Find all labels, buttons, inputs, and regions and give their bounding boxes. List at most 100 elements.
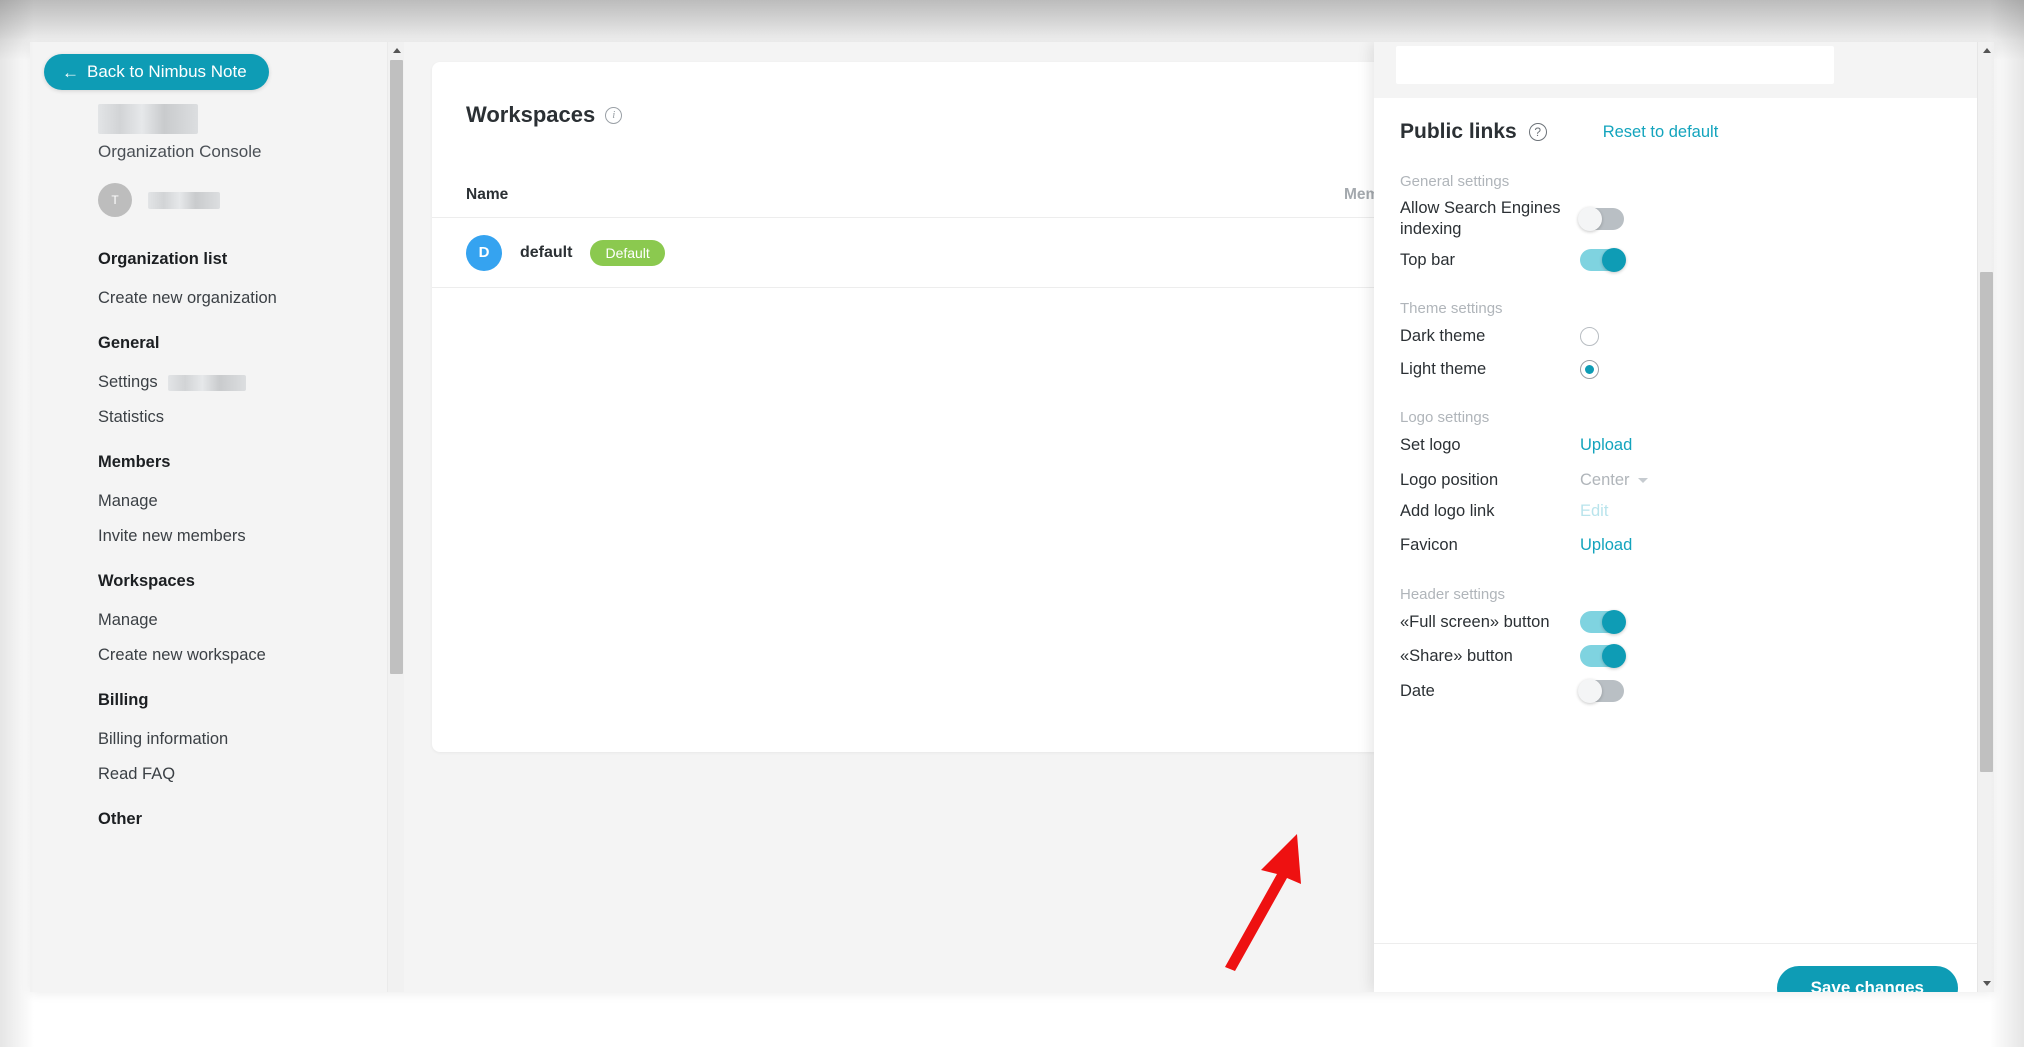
settings-group-label: Logo settings	[1400, 409, 1490, 426]
back-to-nimbus-note-button[interactable]: ← Back to Nimbus Note	[44, 54, 269, 90]
setting-row-share-button: «Share» button	[1400, 644, 1960, 668]
sidebar-item-label: Invite new members	[98, 527, 246, 545]
reset-to-default-link[interactable]: Reset to default	[1603, 123, 1719, 142]
sidebar-item-label: Manage	[98, 611, 158, 629]
user-avatar-row[interactable]: T	[98, 183, 220, 217]
panel-body: Public links ? Reset to default General …	[1374, 98, 1994, 992]
column-header-name: Name	[466, 185, 509, 203]
sidebar-item-label: Settings	[98, 373, 158, 391]
sidebar-item-label: Create new workspace	[98, 646, 266, 664]
setting-row-full-screen-button: «Full screen» button	[1400, 610, 1960, 634]
setting-label: Light theme	[1400, 360, 1487, 378]
link-set-logo[interactable]: Upload	[1580, 436, 1632, 455]
select-value-label: Center	[1580, 470, 1630, 489]
sidebar-item-billing-information[interactable]: Billing information	[30, 722, 404, 757]
chevron-down-icon	[1637, 477, 1648, 483]
sidebar-item-statistics[interactable]: Statistics	[30, 400, 404, 435]
sidebar-scrollbar-thumb[interactable]	[390, 60, 403, 674]
user-name-redacted	[148, 191, 220, 209]
page-scrollbar[interactable]	[1977, 42, 1994, 992]
app-window: ← Back to Nimbus Note Organization Conso…	[30, 42, 1994, 992]
sidebar-item-manage[interactable]: Manage	[30, 484, 404, 519]
back-button-label: Back to Nimbus Note	[87, 62, 247, 81]
settings-group-label: Header settings	[1400, 586, 1506, 603]
radio-dark-theme[interactable]	[1580, 326, 1599, 346]
sidebar-section: General Settings Statistics	[30, 322, 404, 435]
sidebar-section: Other	[30, 798, 404, 841]
sidebar-section-header: Billing	[98, 691, 149, 709]
sidebar-item-read-faq[interactable]: Read FAQ	[30, 757, 404, 792]
back-arrow-icon: ←	[62, 62, 79, 82]
setting-row-light-theme: Light theme	[1400, 359, 1960, 380]
organization-logo-redacted	[98, 104, 198, 134]
setting-row-set-logo: Set logo Upload	[1400, 435, 1960, 456]
toggle-knob	[1602, 610, 1626, 634]
chevron-up-icon	[392, 48, 401, 53]
workspaces-header: Workspaces i	[466, 102, 623, 128]
page-scroll-up-button[interactable]	[1978, 42, 1994, 59]
organization-console-label: Organization Console	[98, 142, 262, 161]
setting-label: Logo position	[1400, 471, 1499, 489]
setting-row-add-logo-link: Add logo link Edit	[1400, 501, 1960, 522]
setting-label: Set logo	[1400, 436, 1461, 454]
radio-dot	[1585, 364, 1594, 374]
setting-label: Dark theme	[1400, 327, 1486, 345]
sidebar-item-label: Manage	[98, 492, 158, 510]
toggle-top-bar[interactable]	[1580, 248, 1626, 272]
sidebar-scroll-up-button[interactable]	[388, 42, 405, 59]
link-favicon[interactable]: Upload	[1580, 536, 1632, 555]
sidebar-section-header: Other	[98, 810, 143, 828]
sidebar-item-value-redacted	[167, 374, 246, 391]
setting-row-dark-theme: Dark theme	[1400, 326, 1960, 347]
setting-label: Favicon	[1400, 536, 1458, 554]
status-badge: Default	[590, 239, 665, 266]
toggle-allow-search-engines-indexing[interactable]	[1578, 206, 1624, 231]
sidebar-item-manage[interactable]: Manage	[30, 603, 404, 638]
toggle-full-screen-button[interactable]	[1580, 610, 1626, 634]
sidebar-section: Organization list Create new organization	[30, 238, 404, 316]
chevron-up-icon	[1982, 48, 1991, 53]
workspace-avatar: D	[466, 234, 502, 271]
sidebar-item-invite-new-members[interactable]: Invite new members	[30, 519, 404, 554]
info-icon[interactable]: i	[605, 106, 623, 124]
setting-row-logo-position: Logo position Center	[1400, 470, 1960, 491]
sidebar-section: Workspaces Manage Create new workspace	[30, 560, 404, 673]
setting-row-top-bar: Top bar	[1400, 248, 1960, 272]
sidebar-scrollbar[interactable]	[387, 42, 404, 992]
sidebar-item-label: Create new organization	[98, 289, 277, 307]
link-add-logo-link: Edit	[1580, 501, 1609, 520]
sidebar-item-create-new-workspace[interactable]: Create new workspace	[30, 638, 404, 673]
toggle-knob	[1602, 644, 1626, 668]
setting-label: Allow Search Engines indexing	[1400, 199, 1561, 238]
sidebar-section-header: Organization list	[98, 250, 228, 268]
chevron-down-icon	[1982, 981, 1991, 986]
setting-label: Date	[1400, 681, 1435, 700]
toggle-share-button[interactable]	[1580, 644, 1626, 668]
select-logo-position[interactable]: Center	[1580, 471, 1648, 490]
setting-label: «Share» button	[1400, 646, 1513, 665]
toggle-knob	[1602, 248, 1626, 272]
page-title: Workspaces	[466, 102, 596, 127]
sidebar-item-settings[interactable]: Settings	[30, 365, 404, 400]
setting-label: «Full screen» button	[1400, 612, 1550, 631]
toggle-date[interactable]	[1578, 679, 1624, 703]
avatar: T	[98, 183, 132, 217]
sidebar-item-label: Read FAQ	[98, 765, 176, 783]
workspace-name: default	[520, 243, 573, 261]
sidebar-section-header: General	[98, 334, 160, 352]
setting-row-favicon: Favicon Upload	[1400, 535, 1960, 556]
sidebar: ← Back to Nimbus Note Organization Conso…	[30, 42, 404, 992]
sidebar-section: Billing Billing information Read FAQ	[30, 679, 404, 792]
radio-light-theme[interactable]	[1580, 359, 1599, 379]
sidebar-section-header: Members	[98, 453, 171, 471]
save-changes-button[interactable]: Save changes	[1776, 966, 1958, 992]
sidebar-item-label: Billing information	[98, 730, 229, 748]
page-scrollbar-thumb[interactable]	[1980, 272, 1993, 772]
panel-divider	[1374, 943, 1994, 944]
setting-row-date: Date	[1400, 679, 1960, 703]
sidebar-item-create-new-organization[interactable]: Create new organization	[30, 281, 404, 316]
sidebar-section: Members Manage Invite new members	[30, 441, 404, 554]
page-scroll-down-button[interactable]	[1978, 975, 1994, 992]
sidebar-section-header: Workspaces	[98, 572, 195, 590]
help-icon[interactable]: ?	[1528, 123, 1547, 141]
